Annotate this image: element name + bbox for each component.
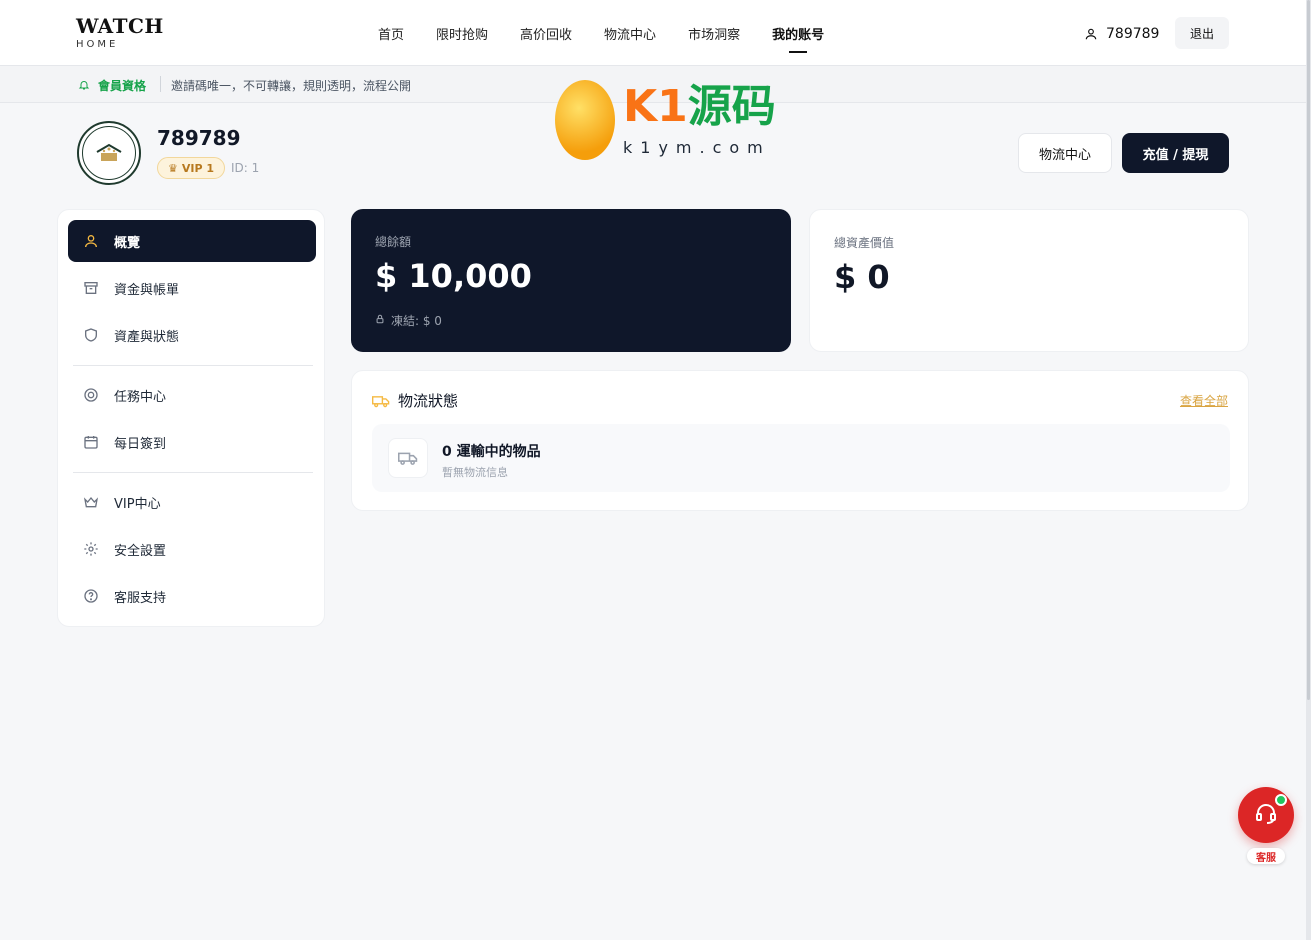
assets-amount: $ 0 xyxy=(834,258,890,296)
site-logo[interactable]: WATCH HOME xyxy=(76,15,164,50)
help-icon xyxy=(82,587,100,605)
top-header: WATCH HOME 首页 限时抢购 高价回收 物流中心 市场洞察 我的账号 7… xyxy=(0,0,1306,66)
no-logistics-text: 暫無物流信息 xyxy=(442,466,508,479)
header-user[interactable]: 789789 xyxy=(1082,25,1159,43)
calendar-icon xyxy=(82,433,100,451)
truck-icon xyxy=(372,393,390,412)
sidebar-item-label: VIP中心 xyxy=(114,496,161,512)
nav-flash-sale[interactable]: 限时抢购 xyxy=(436,24,488,43)
vip-level: VIP 1 xyxy=(181,161,215,175)
sidebar-item-overview[interactable]: 概覽 xyxy=(68,220,316,262)
sidebar-item-security[interactable]: 安全設置 xyxy=(68,528,316,570)
assets-label: 總資產價值 xyxy=(834,236,895,250)
header-username: 789789 xyxy=(1106,26,1160,42)
nav-recycle[interactable]: 高价回收 xyxy=(520,24,572,43)
crown-icon: ♛ xyxy=(168,161,178,175)
balance-label: 總餘額 xyxy=(375,235,412,249)
nav-my-account[interactable]: 我的账号 xyxy=(772,24,824,53)
profile-username: 789789 xyxy=(157,126,241,150)
sidebar-item-tasks[interactable]: 任務中心 xyxy=(68,374,316,416)
logistics-title: 物流狀態 xyxy=(398,392,459,410)
archive-icon xyxy=(82,279,100,297)
sidebar-item-label: 資金與帳單 xyxy=(114,282,180,298)
gear-icon xyxy=(82,540,100,558)
sidebar-item-assets[interactable]: 資產與狀態 xyxy=(68,314,316,356)
customer-service-label[interactable]: 客服 xyxy=(1247,848,1285,864)
sidebar-item-label: 任務中心 xyxy=(114,389,167,405)
sidebar-divider xyxy=(73,365,313,366)
user-id: ID: 1 xyxy=(231,161,260,175)
shield-icon xyxy=(82,326,100,344)
user-icon xyxy=(82,232,100,250)
notice-label: 會員資格 xyxy=(98,79,147,93)
sidebar-divider xyxy=(73,472,313,473)
nav-market-insight[interactable]: 市场洞察 xyxy=(688,24,740,43)
bell-icon xyxy=(78,77,90,96)
recharge-withdraw-button[interactable]: 充值 / 提現 xyxy=(1122,133,1229,173)
frozen-text: 凍結: $ 0 xyxy=(391,314,442,328)
sidebar-item-checkin[interactable]: 每日簽到 xyxy=(68,421,316,463)
logout-button[interactable]: 退出 xyxy=(1175,17,1229,49)
main-nav: 首页 限时抢购 高价回收 物流中心 市场洞察 我的账号 xyxy=(378,24,824,53)
sidebar-item-label: 資產與狀態 xyxy=(114,329,180,345)
in-transit-count: 0 運輸中的物品 xyxy=(442,444,541,460)
truck-icon xyxy=(388,438,428,478)
sidebar-item-label: 概覽 xyxy=(114,235,141,251)
user-icon xyxy=(1082,25,1100,43)
total-assets-card: 總資產價值 $ 0 xyxy=(809,209,1249,352)
logistics-summary: 0 運輸中的物品 暫無物流信息 xyxy=(372,424,1230,492)
crown-icon xyxy=(82,493,100,511)
logo-sub-text: HOME xyxy=(76,39,119,50)
nav-home[interactable]: 首页 xyxy=(378,24,404,43)
headset-icon xyxy=(1254,801,1278,829)
sidebar-item-label: 客服支持 xyxy=(114,590,167,606)
lock-icon xyxy=(375,313,385,328)
sidebar-item-vip[interactable]: VIP中心 xyxy=(68,481,316,523)
notice-divider xyxy=(160,76,161,92)
sidebar-item-label: 每日簽到 xyxy=(114,436,167,452)
notice-text: 邀請碼唯一，不可轉讓，規則透明，流程公開 xyxy=(171,79,412,93)
scrollbar-thumb[interactable] xyxy=(1307,0,1310,700)
target-icon xyxy=(82,386,100,404)
watermark-cn: 源码 xyxy=(687,81,776,132)
sidebar-item-support[interactable]: 客服支持 xyxy=(68,575,316,617)
watermark-url: k1ym.com xyxy=(623,138,771,157)
logistics-center-button[interactable]: 物流中心 xyxy=(1018,133,1112,173)
logo-main-text: WATCH xyxy=(76,14,164,38)
balance-amount: $ 10,000 xyxy=(375,257,532,295)
logistics-status-card: 物流狀態 查看全部 0 運輸中的物品 暫無物流信息 xyxy=(351,370,1249,511)
vip-badge: ♛ VIP 1 xyxy=(157,157,226,179)
total-balance-card: 總餘額 $ 10,000 凍結: $ 0 xyxy=(351,209,791,352)
avatar-emblem-icon xyxy=(96,143,122,161)
sidebar-item-funds[interactable]: 資金與帳單 xyxy=(68,267,316,309)
watermark-k1: K1 xyxy=(623,81,688,132)
view-all-link[interactable]: 查看全部 xyxy=(1180,392,1228,409)
nav-logistics[interactable]: 物流中心 xyxy=(604,24,656,43)
frozen-amount: 凍結: $ 0 xyxy=(375,312,442,329)
watermark-logo-icon xyxy=(555,80,615,160)
sidebar-item-label: 安全設置 xyxy=(114,543,167,559)
watermark-brand: K1源码 xyxy=(623,80,776,134)
online-status-dot xyxy=(1275,794,1287,806)
sidebar: 概覽 資金與帳單 資產與狀態 任務中心 每日簽到 VIP中心 安全設置 客服支持 xyxy=(57,209,325,627)
avatar-inner xyxy=(82,126,136,180)
avatar[interactable] xyxy=(77,121,141,185)
